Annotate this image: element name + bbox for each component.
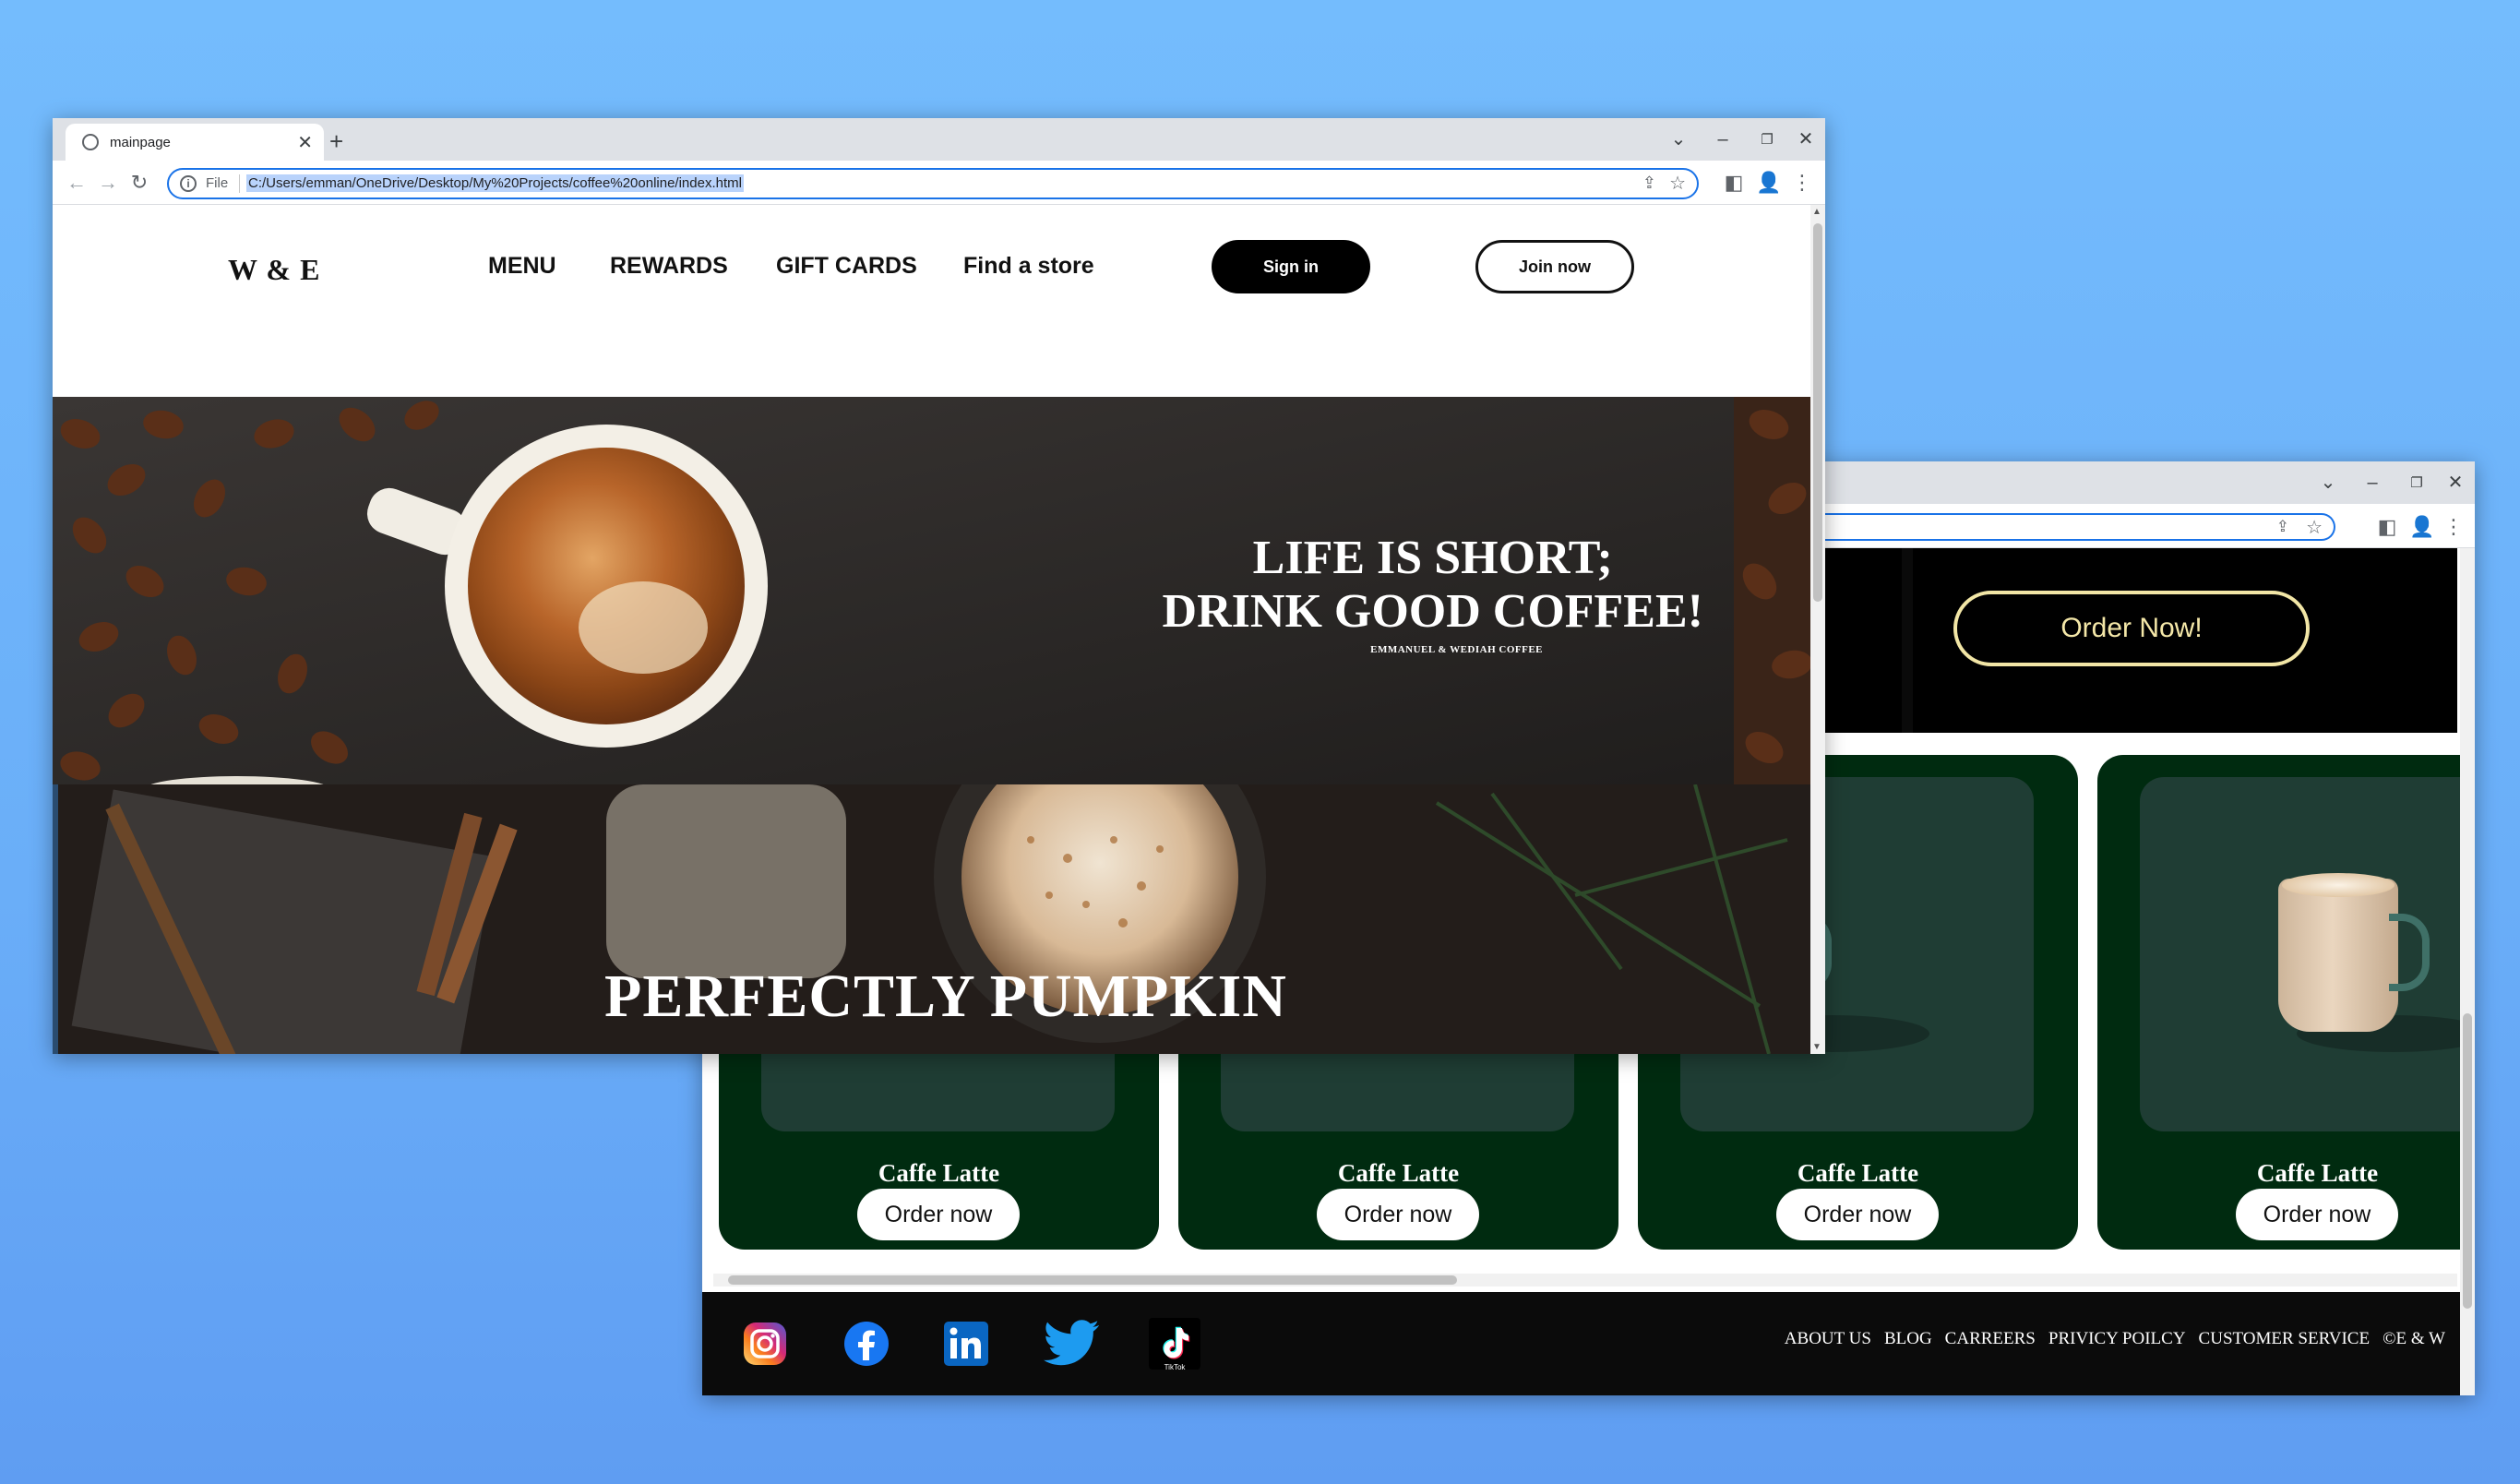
site-footer: TikTok ABOUT US BLOG CARREERS PRIVICY PO… xyxy=(702,1292,2460,1395)
address-divider xyxy=(239,174,240,193)
twitter-icon[interactable] xyxy=(1042,1318,1103,1370)
order-now-card-button[interactable]: Order now xyxy=(1317,1189,1479,1240)
site-logo[interactable]: W & E xyxy=(228,253,320,287)
vertical-scrollbar[interactable]: ▲ ▼ xyxy=(1810,205,1825,1054)
share-icon[interactable]: ⇪ xyxy=(2276,518,2289,536)
bookmark-star-icon[interactable]: ☆ xyxy=(1669,172,1686,195)
reload-icon[interactable]: ↻ xyxy=(125,168,154,197)
restore-button[interactable]: ❐ xyxy=(1753,126,1781,153)
side-panel-icon[interactable]: ◧ xyxy=(1719,168,1749,197)
share-icon[interactable]: ⇪ xyxy=(1642,174,1656,193)
profile-icon[interactable]: 👤 xyxy=(2407,512,2437,542)
nav-gift-cards[interactable]: GIFT CARDS xyxy=(776,253,917,280)
url-text[interactable]: C:/Users/emman/OneDrive/Desktop/My%20Pro… xyxy=(246,174,744,192)
scroll-down-arrow-icon[interactable]: ▼ xyxy=(1812,1042,1821,1052)
hero-line-1: LIFE IS SHORT; xyxy=(1252,532,1613,584)
product-name: Caffe Latte xyxy=(2256,1159,2379,1187)
product-name: Caffe Latte xyxy=(1337,1159,1460,1187)
footer-link-privacy[interactable]: PRIVICY POILCY xyxy=(2048,1329,2186,1349)
product-image xyxy=(2140,777,2475,1131)
menu-kebab-icon[interactable]: ⋮ xyxy=(2439,512,2468,542)
sign-in-button[interactable]: Sign in xyxy=(1212,240,1370,293)
vertical-scroll-thumb[interactable] xyxy=(2463,1013,2472,1309)
vertical-scroll-thumb[interactable] xyxy=(1813,223,1822,602)
tiktok-label: TikTok xyxy=(1164,1363,1186,1371)
product-card: Caffe Latte Order now xyxy=(2097,755,2475,1250)
horizontal-scroll-thumb[interactable] xyxy=(728,1275,1457,1285)
nav-rewards[interactable]: REWARDS xyxy=(610,253,728,280)
product-name: Caffe Latte xyxy=(878,1159,1000,1187)
order-now-card-button[interactable]: Order now xyxy=(1776,1189,1939,1240)
footer-links: ABOUT US BLOG CARREERS PRIVICY POILCY CU… xyxy=(1785,1329,2445,1349)
pumpkin-headline: PERFECTLY PUMPKIN xyxy=(604,963,1287,1030)
footer-link-customer-service[interactable]: CUSTOMER SERVICE xyxy=(2199,1329,2371,1349)
profile-icon[interactable]: 👤 xyxy=(1754,168,1784,197)
footer-link-blog[interactable]: BLOG xyxy=(1884,1329,1932,1349)
mug-handle xyxy=(2389,914,2430,991)
tab-close-icon[interactable]: ✕ xyxy=(297,131,313,154)
join-now-button[interactable]: Join now xyxy=(1475,240,1634,293)
restore-button[interactable]: ❐ xyxy=(2403,469,2430,497)
product-name: Caffe Latte xyxy=(1797,1159,1919,1187)
hero-tagline: LIFE IS SHORT; DRINK GOOD COFFEE! xyxy=(1163,532,1703,639)
hero-line-2: DRINK GOOD COFFEE! xyxy=(1162,585,1703,638)
site-navbar: W & E MENU REWARDS GIFT CARDS Find a sto… xyxy=(53,205,1810,397)
minimize-button[interactable]: – xyxy=(2359,469,2386,497)
tab-title: mainpage xyxy=(110,135,171,150)
globe-icon xyxy=(82,134,99,150)
facebook-icon[interactable] xyxy=(841,1318,892,1370)
page-content: W & E MENU REWARDS GIFT CARDS Find a sto… xyxy=(53,205,1810,1054)
browser-window-front[interactable]: mainpage ✕ + ⌄ – ❐ ✕ ← → ↻ i File C:/Use… xyxy=(53,118,1825,1054)
order-now-button[interactable]: Order Now! xyxy=(1953,591,2310,666)
new-tab-button[interactable]: + xyxy=(329,127,343,156)
scroll-up-arrow-icon[interactable]: ▲ xyxy=(1812,207,1821,217)
hero-subtitle: EMMANUEL & WEDIAH COFFEE xyxy=(1370,644,1543,655)
footer-copyright: ©E & W xyxy=(2383,1329,2445,1348)
minimize-button[interactable]: – xyxy=(1709,126,1737,153)
tiktok-icon[interactable]: TikTok xyxy=(1149,1318,1200,1371)
info-icon[interactable]: i xyxy=(180,175,197,192)
forward-arrow-icon[interactable]: → xyxy=(93,168,123,197)
banner-divider xyxy=(1902,548,1913,733)
hero-banner: LIFE IS SHORT; DRINK GOOD COFFEE! EMMANU… xyxy=(53,397,1810,784)
pumpkin-banner: PERFECTLY PUMPKIN xyxy=(53,784,1810,1054)
footer-link-about[interactable]: ABOUT US xyxy=(1785,1329,1871,1349)
nav-menu[interactable]: MENU xyxy=(488,253,556,280)
close-window-button[interactable]: ✕ xyxy=(1792,126,1820,153)
order-now-card-button[interactable]: Order now xyxy=(2236,1189,2398,1240)
linkedin-icon[interactable] xyxy=(940,1318,992,1370)
file-label: File xyxy=(206,175,229,191)
back-arrow-icon[interactable]: ← xyxy=(62,168,91,197)
nav-find-store[interactable]: Find a store xyxy=(963,253,1094,280)
menu-kebab-icon[interactable]: ⋮ xyxy=(1787,168,1817,197)
instagram-icon[interactable] xyxy=(739,1318,791,1370)
close-window-button[interactable]: ✕ xyxy=(2442,469,2469,497)
address-bar[interactable]: i File C:/Users/emman/OneDrive/Desktop/M… xyxy=(167,168,1699,199)
tab-search-icon[interactable]: ⌄ xyxy=(2314,469,2342,497)
tab-mainpage[interactable]: mainpage ✕ xyxy=(66,124,324,161)
title-bar: mainpage ✕ + ⌄ – ❐ ✕ xyxy=(53,118,1825,161)
order-now-card-button[interactable]: Order now xyxy=(857,1189,1020,1240)
tab-search-icon[interactable]: ⌄ xyxy=(1665,126,1692,153)
latte-mug-image xyxy=(2278,873,2398,1032)
browser-toolbar: ← → ↻ i File C:/Users/emman/OneDrive/Des… xyxy=(53,161,1825,205)
bookmark-star-icon[interactable]: ☆ xyxy=(2306,516,2323,539)
side-panel-icon[interactable]: ◧ xyxy=(2372,512,2402,542)
footer-link-careers[interactable]: CARREERS xyxy=(1945,1329,2036,1349)
